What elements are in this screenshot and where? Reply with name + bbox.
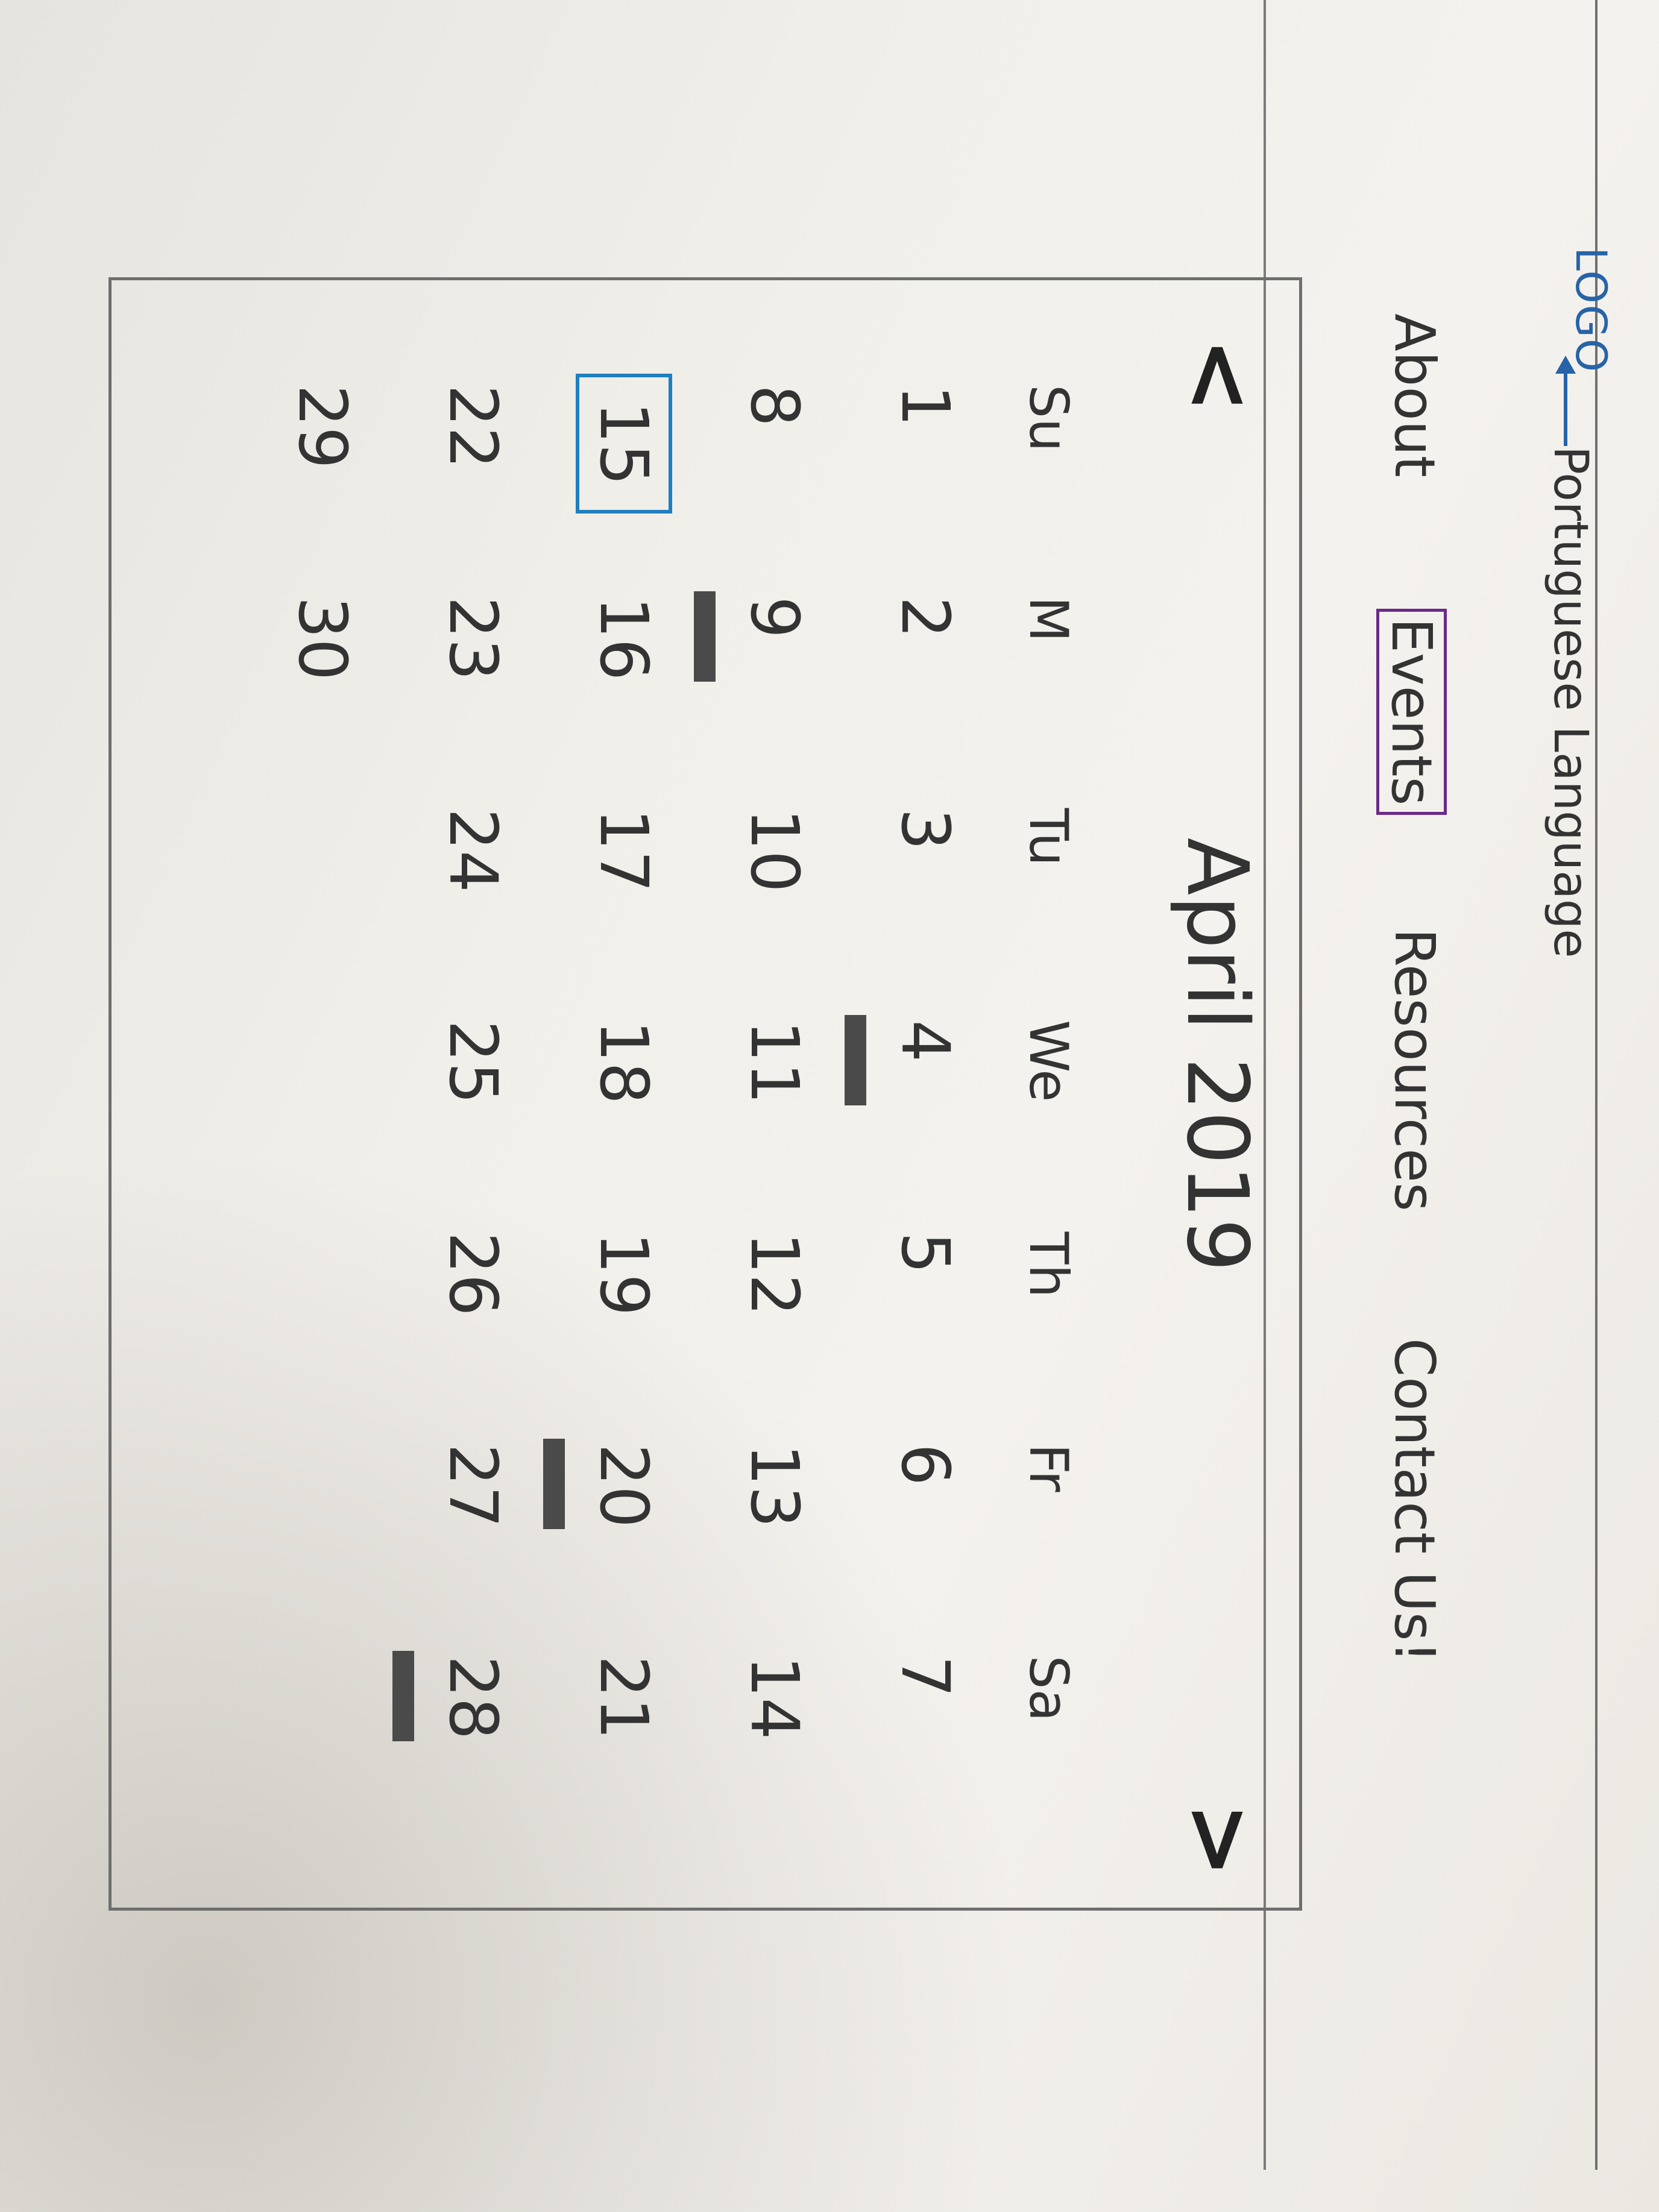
day-cell[interactable]: 16 <box>585 585 663 797</box>
day-number: 10 <box>736 808 813 893</box>
day-number: 4 <box>845 1009 964 1106</box>
day-cell[interactable]: 4 <box>845 1009 964 1221</box>
day-number: 14 <box>736 1655 813 1740</box>
day-number: 25 <box>435 1020 512 1105</box>
day-number: 26 <box>435 1231 512 1316</box>
weekday-text: Sa <box>1018 1655 1080 1722</box>
weekday-header-row: Su M Tu We Th Fr Sa <box>1001 374 1097 1856</box>
nav-item-contact-us[interactable]: Contact Us! <box>1382 1338 1447 1663</box>
day-cell[interactable]: 7 <box>887 1645 964 1856</box>
day-number: 19 <box>585 1231 663 1316</box>
day-number: 30 <box>284 596 361 681</box>
weekday-text: Tu <box>1018 808 1080 867</box>
day-cell[interactable]: 26 <box>435 1221 512 1433</box>
day-cell[interactable]: 20 <box>543 1433 663 1644</box>
day-cell[interactable]: 18 <box>585 1009 663 1221</box>
calendar-title: April 2019 <box>1168 837 1266 1272</box>
day-cell[interactable]: 9 <box>694 585 813 797</box>
day-number: 23 <box>435 596 512 681</box>
day-cell[interactable]: 17 <box>585 797 663 1009</box>
weekday-text: M <box>1018 596 1080 643</box>
nav-item-events[interactable]: Events <box>1376 609 1447 815</box>
day-number: 22 <box>435 385 512 469</box>
day-cell[interactable]: 29 <box>284 374 361 585</box>
event-marker <box>694 591 716 682</box>
day-cell[interactable]: 14 <box>736 1645 813 1856</box>
day-number: 12 <box>736 1231 813 1316</box>
event-marker <box>845 1015 866 1106</box>
day-cell[interactable]: 10 <box>736 797 813 1009</box>
day-cell[interactable]: 13 <box>736 1433 813 1644</box>
weekday-label: Th <box>1018 1221 1080 1433</box>
day-cell[interactable]: 27 <box>435 1433 512 1644</box>
weekday-label: Fr <box>1018 1433 1080 1644</box>
day-number: 1 <box>887 385 964 427</box>
day-cell[interactable]: 8 <box>736 374 813 585</box>
nav-item-resources[interactable]: Resources <box>1382 928 1447 1211</box>
event-marker <box>543 1439 565 1530</box>
arrow-icon <box>1564 362 1567 446</box>
day-cell[interactable]: 21 <box>585 1645 663 1856</box>
day-number: 27 <box>435 1444 512 1529</box>
weekday-text: We <box>1018 1020 1080 1102</box>
weekday-label: Sa <box>1018 1645 1080 1856</box>
day-number: 24 <box>435 808 512 893</box>
weekday-label: We <box>1018 1009 1080 1221</box>
today-cell[interactable]: 15 <box>576 374 672 585</box>
day-cell[interactable]: 28 <box>392 1645 512 1856</box>
day-number: 13 <box>736 1444 813 1529</box>
day-cell[interactable]: 30 <box>284 585 361 797</box>
event-marker <box>392 1650 414 1741</box>
day-number: 21 <box>585 1655 663 1740</box>
week-row: 22 23 24 25 26 27 28 <box>392 374 549 1856</box>
day-cell[interactable]: 2 <box>887 585 964 797</box>
calendar-grid: Su M Tu We Th Fr Sa 1 2 3 4 5 6 7 8 9 10 11 12 13 14 15 16 17 18… <box>247 374 1097 1856</box>
day-number: 6 <box>887 1444 964 1486</box>
day-number: 9 <box>694 585 813 682</box>
prev-month-button[interactable]: < <box>1167 338 1272 413</box>
day-number: 20 <box>543 1433 663 1539</box>
day-number: 16 <box>585 596 663 681</box>
day-cell[interactable]: 12 <box>736 1221 813 1433</box>
week-row: 15 16 17 18 19 20 21 <box>543 374 699 1856</box>
weekday-label: Su <box>1018 374 1080 585</box>
day-number: 28 <box>392 1645 512 1751</box>
next-month-button[interactable]: > <box>1167 1802 1272 1878</box>
day-cell[interactable]: 24 <box>435 797 512 1009</box>
week-row: 29 30 <box>247 374 398 1856</box>
sketch-stage: LOGO Portuguese Language About Events Re… <box>0 0 1640 2170</box>
day-cell[interactable]: 5 <box>887 1221 964 1433</box>
weekday-label: M <box>1018 585 1080 797</box>
weekday-label: Tu <box>1018 797 1080 1009</box>
language-link[interactable]: Portuguese Language <box>1543 446 1598 958</box>
day-cell[interactable]: 23 <box>435 585 512 797</box>
logo[interactable]: LOGO <box>1566 247 1616 373</box>
paper-sheet: LOGO Portuguese Language About Events Re… <box>0 0 1659 2212</box>
day-number: 2 <box>887 596 964 639</box>
day-cell[interactable]: 19 <box>585 1221 663 1433</box>
week-row: 8 9 10 11 12 13 14 <box>694 374 850 1856</box>
weekday-text: Fr <box>1018 1444 1080 1492</box>
day-number: 17 <box>585 808 663 893</box>
day-cell[interactable]: 22 <box>435 374 512 585</box>
day-cell[interactable]: 6 <box>887 1433 964 1644</box>
nav-item-about[interactable]: About <box>1382 313 1447 477</box>
day-number: 11 <box>736 1020 813 1105</box>
day-cell[interactable]: 3 <box>887 797 964 1009</box>
day-number: 5 <box>887 1231 964 1274</box>
weekday-text: Th <box>1018 1231 1080 1298</box>
day-number: 29 <box>284 385 361 469</box>
day-number: 3 <box>887 808 964 850</box>
day-cell[interactable]: 25 <box>435 1009 512 1221</box>
week-row: 1 2 3 4 5 6 7 <box>845 374 1001 1856</box>
day-cell[interactable]: 1 <box>887 374 964 585</box>
day-number: 18 <box>585 1020 663 1105</box>
day-cell[interactable]: 11 <box>736 1009 813 1221</box>
weekday-text: Su <box>1018 385 1080 452</box>
day-number: 15 <box>576 374 672 514</box>
day-number: 8 <box>736 385 813 427</box>
day-number: 7 <box>887 1655 964 1698</box>
